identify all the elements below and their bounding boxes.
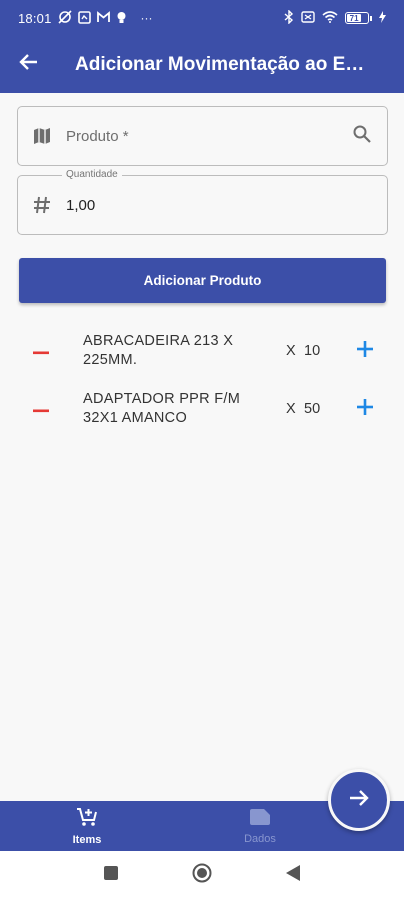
increase-item-button[interactable] — [350, 336, 380, 366]
recent-apps-button[interactable] — [91, 851, 131, 900]
search-icon — [352, 124, 372, 149]
arrow-forward-icon — [348, 787, 370, 814]
item-name: ABRACADEIRA 213 X 225MM. — [83, 333, 234, 368]
app-bar: Adicionar Movimentação ao Estoque — [0, 36, 404, 93]
status-time: 18:01 — [18, 10, 52, 26]
more-notifications-icon: ··· — [140, 11, 153, 25]
produto-placeholder: Produto * — [66, 127, 129, 145]
search-button[interactable] — [337, 124, 387, 149]
triangle-back-icon — [286, 865, 300, 886]
plus-icon — [357, 398, 373, 420]
battery-level: 71 — [347, 14, 362, 23]
gmail-icon — [96, 11, 110, 25]
item-qty: 50 — [304, 401, 321, 417]
wifi-icon — [322, 10, 338, 26]
tab-dados-label: Dados — [244, 832, 276, 845]
item-x: X — [286, 401, 296, 417]
system-navigation-bar — [0, 851, 404, 900]
square-app-icon — [77, 10, 91, 26]
add-product-button[interactable]: Adicionar Produto — [19, 258, 386, 303]
square-icon — [104, 866, 118, 885]
list-item: ADAPTADOR PPR F/M 32X1 AMANCO X 50 — [0, 384, 404, 434]
page-title: Adicionar Movimentação ao Estoque — [75, 53, 365, 75]
item-qty: 10 — [304, 343, 321, 359]
next-fab-button[interactable] — [328, 769, 390, 831]
produto-search-field[interactable]: Produto * — [17, 106, 388, 166]
quantidade-label: Quantidade — [62, 169, 122, 180]
tab-dados[interactable]: Dados — [200, 801, 320, 851]
tab-items[interactable]: Items — [27, 801, 147, 851]
sync-off-icon — [57, 10, 72, 26]
charging-icon — [379, 10, 386, 26]
battery-icon: 71 — [345, 12, 372, 24]
remove-item-button[interactable] — [26, 394, 56, 424]
bluetooth-icon — [284, 8, 294, 27]
folder-icon — [249, 808, 271, 831]
status-bar: 18:01 ··· 71 — [0, 0, 404, 36]
hash-icon — [18, 195, 66, 215]
sim-off-icon — [301, 10, 315, 26]
quantidade-value: 1,00 — [66, 196, 96, 214]
bulb-icon — [116, 11, 127, 26]
system-back-button[interactable] — [273, 851, 313, 900]
item-name: ADAPTADOR PPR F/M 32X1 AMANCO — [83, 391, 241, 426]
arrow-back-icon — [19, 52, 39, 77]
circle-icon — [192, 863, 212, 888]
plus-icon — [357, 340, 373, 362]
tab-items-label: Items — [72, 833, 102, 846]
map-icon — [18, 126, 66, 146]
minus-icon — [33, 342, 49, 360]
increase-item-button[interactable] — [350, 394, 380, 424]
minus-icon — [33, 400, 49, 418]
home-button[interactable] — [182, 851, 222, 900]
back-button[interactable] — [0, 36, 58, 93]
list-item: ABRACADEIRA 213 X 225MM. X 10 — [0, 326, 404, 376]
item-x: X — [286, 343, 296, 359]
quantidade-field[interactable]: Quantidade 1,00 — [17, 169, 388, 235]
cart-add-icon — [76, 807, 98, 832]
remove-item-button[interactable] — [26, 336, 56, 366]
